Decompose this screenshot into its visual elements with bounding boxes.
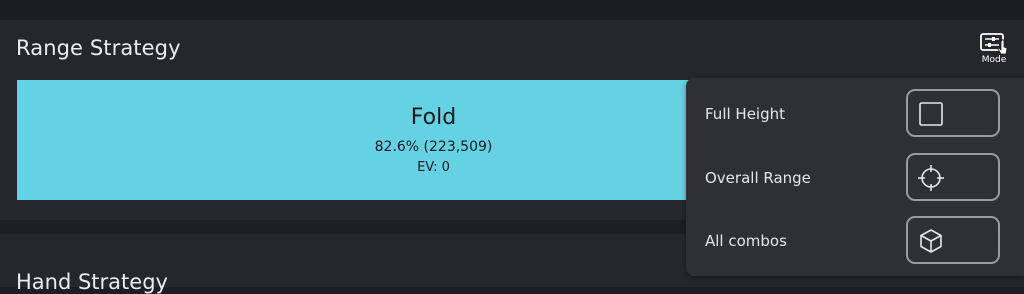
crosshair-icon <box>918 165 944 191</box>
all-combos-button[interactable] <box>906 216 1000 264</box>
mode-button[interactable]: Mode <box>974 30 1014 68</box>
option-label-full-height: Full Height <box>705 105 786 123</box>
range-strategy-title: Range Strategy <box>16 36 181 60</box>
mode-menu: Full Height Overall Range All combos <box>686 78 1024 276</box>
overall-range-button[interactable] <box>906 153 1000 201</box>
top-strip <box>0 0 1024 20</box>
fold-bar[interactable] <box>17 80 717 200</box>
sliders-icon <box>980 33 1008 55</box>
full-height-button[interactable] <box>906 89 1000 137</box>
option-label-overall-range: Overall Range <box>705 169 811 187</box>
square-icon <box>919 102 943 126</box>
hand-strategy-title: Hand Strategy <box>16 270 168 294</box>
mode-label: Mode <box>981 55 1007 65</box>
cube-icon <box>920 229 942 253</box>
option-label-all-combos: All combos <box>705 232 787 250</box>
